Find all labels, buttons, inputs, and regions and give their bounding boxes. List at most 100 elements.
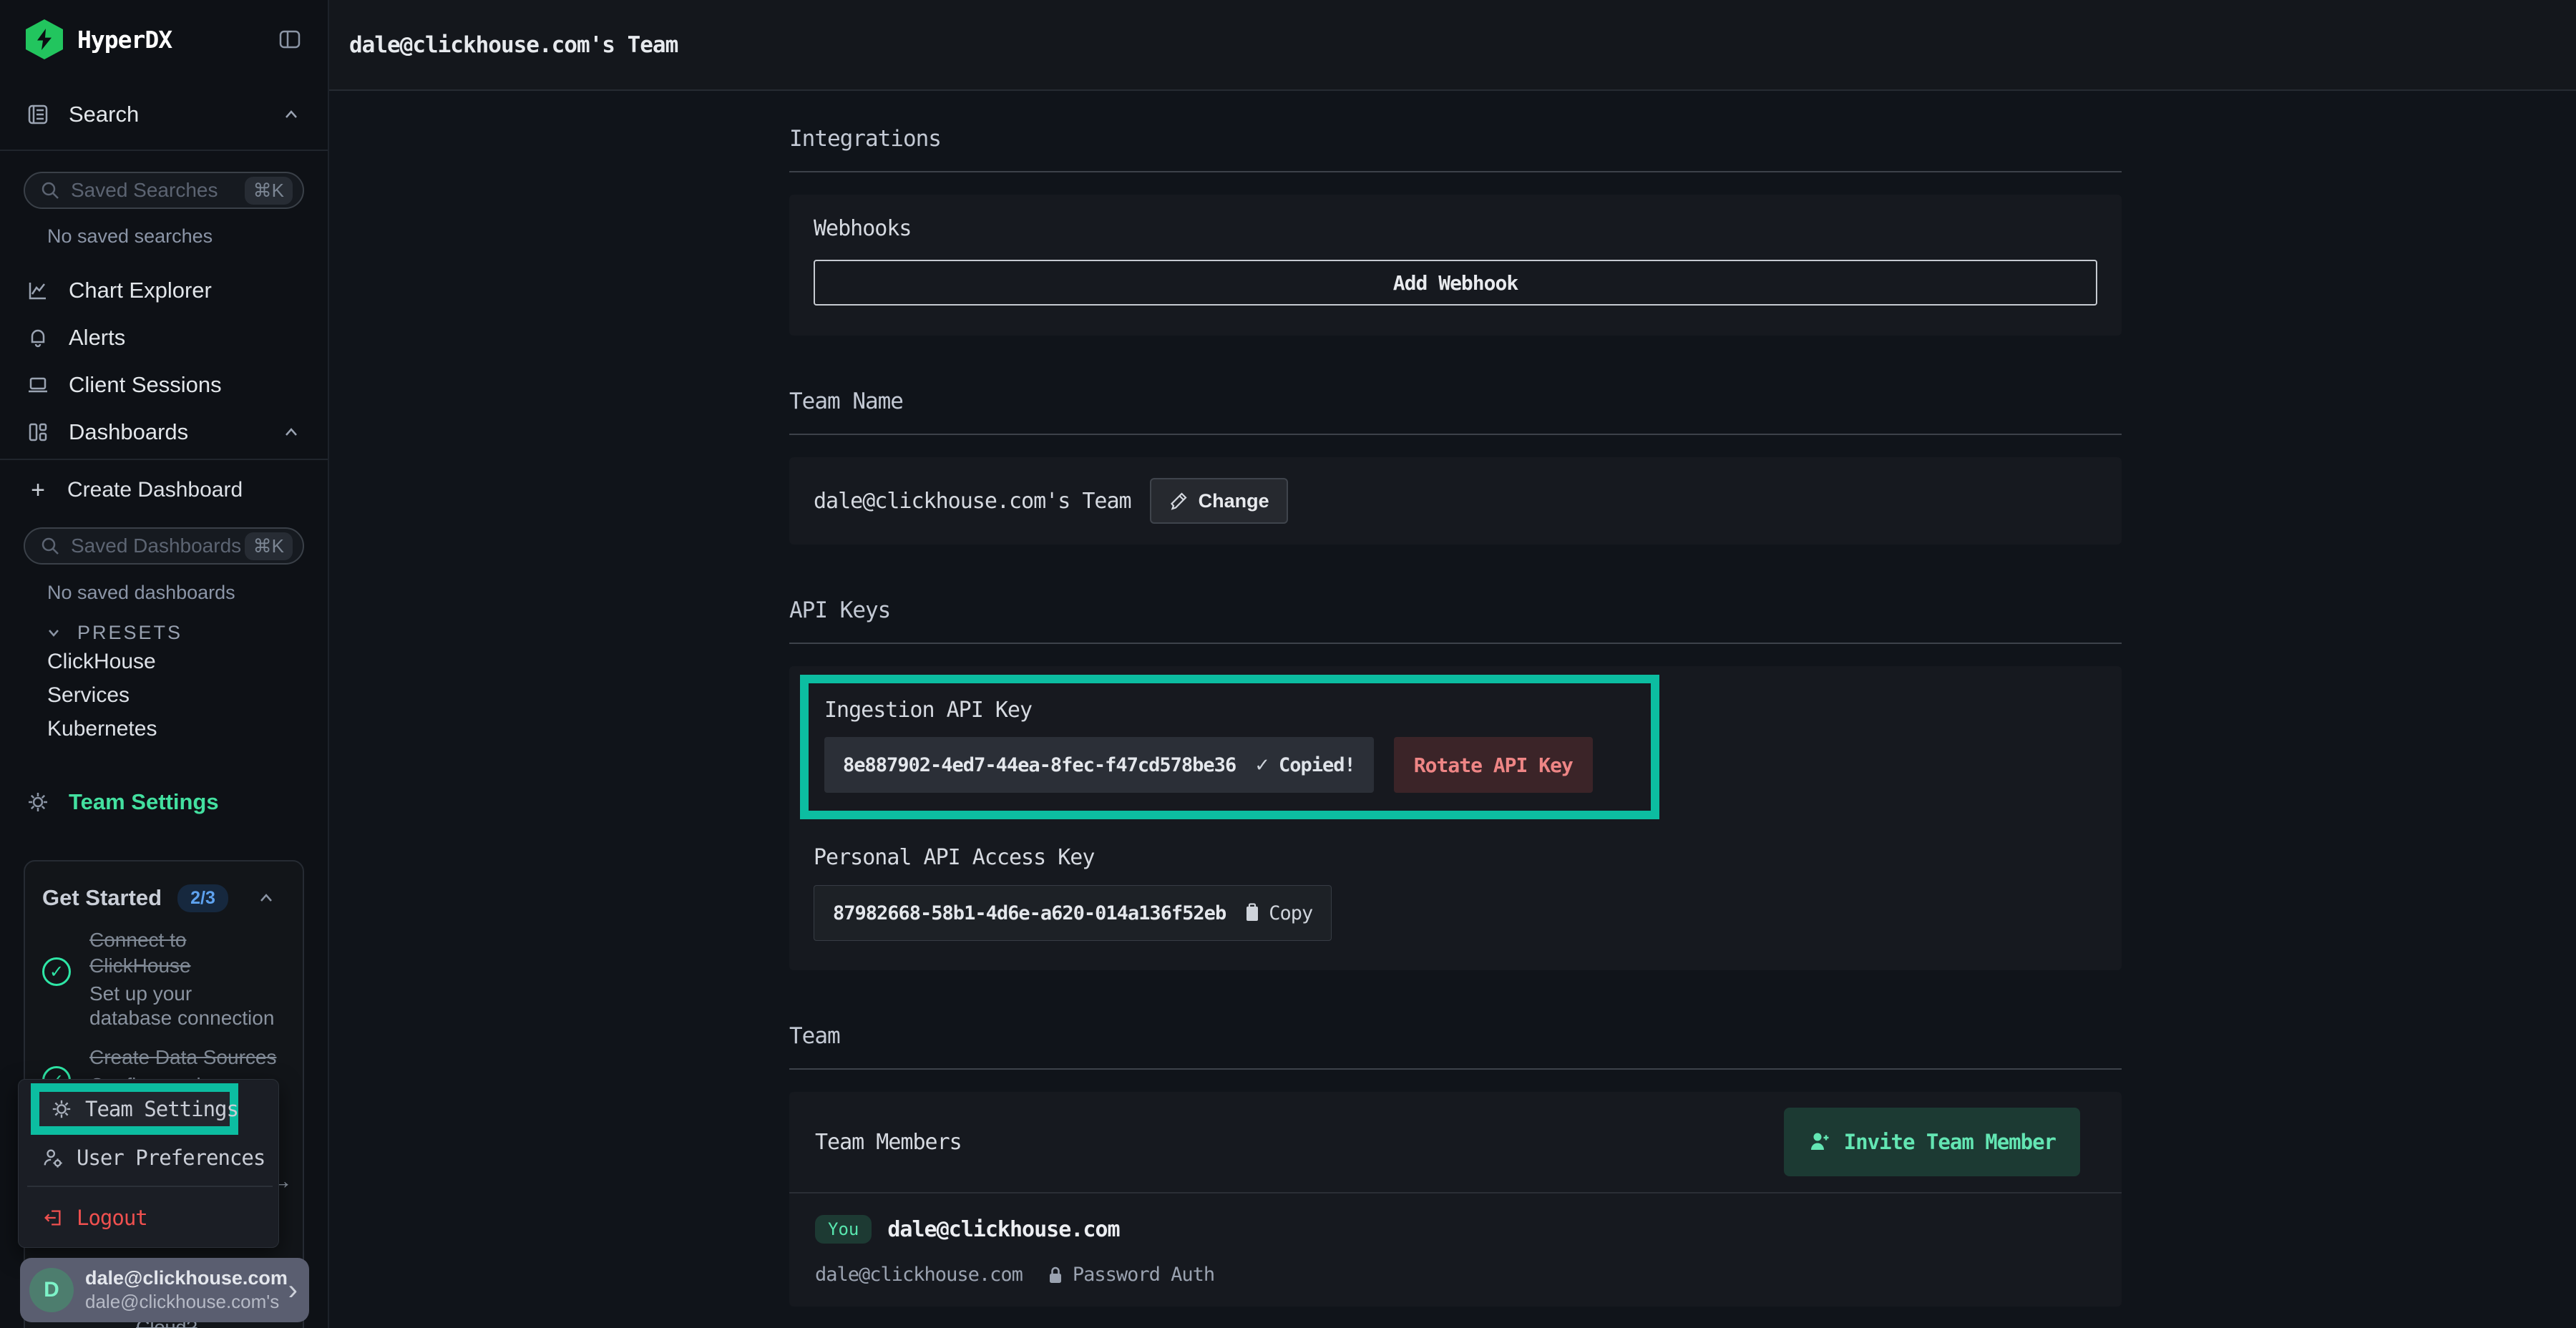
presets-toggle[interactable]: PRESETS	[0, 620, 328, 645]
sidebar-item-client-sessions[interactable]: Client Sessions	[0, 361, 328, 409]
user-gear-icon	[42, 1147, 64, 1168]
sidebar-item-dashboards[interactable]: Dashboards	[0, 409, 328, 456]
annotation-highlight-ingestion-key: Ingestion API Key 8e887902-4ed7-44ea-8fe…	[800, 675, 1659, 819]
check-icon: ✓	[1254, 754, 1270, 776]
sidebar-item-team-settings[interactable]: Team Settings	[0, 785, 328, 819]
section-divider	[789, 434, 2122, 435]
add-webhook-button[interactable]: Add Webhook	[814, 260, 2097, 306]
page-title: dale@clickhouse.com's Team	[349, 32, 678, 58]
chevron-down-icon	[44, 623, 63, 642]
presets-label: PRESETS	[77, 622, 182, 644]
team-members-card: Team Members Invite Team Member You dale…	[789, 1092, 2122, 1307]
user-menu-popup: Team Settings User Preferences Logout	[18, 1079, 279, 1248]
member-email: dale@clickhouse.com	[815, 1264, 1023, 1286]
lock-icon	[1047, 1264, 1064, 1286]
section-divider	[789, 1068, 2122, 1070]
avatar: D	[29, 1268, 74, 1312]
ingestion-api-key-value: 8e887902-4ed7-44ea-8fec-f47cd578be36	[843, 754, 1236, 776]
sidebar-item-clickhouse[interactable]: ClickHouse	[0, 645, 328, 678]
api-keys-card: Ingestion API Key 8e887902-4ed7-44ea-8fe…	[789, 666, 2122, 970]
hyperdx-logo-icon	[26, 19, 63, 59]
webhooks-title: Webhooks	[814, 216, 2097, 241]
gear-icon	[51, 1098, 72, 1120]
ingestion-api-key-chip[interactable]: 8e887902-4ed7-44ea-8fec-f47cd578be36 ✓ C…	[824, 737, 1374, 793]
logo-row: HyperDX	[0, 0, 328, 79]
auth-method: Password Auth	[1047, 1264, 1214, 1286]
section-title-team-name: Team Name	[789, 389, 2122, 414]
sidebar-item-services[interactable]: Services	[0, 678, 328, 712]
personal-api-key-label: Personal API Access Key	[814, 845, 1094, 870]
chevron-right-icon: ›	[288, 1276, 298, 1304]
team-member-row: You dale@clickhouse.com dale@clickhouse.…	[789, 1193, 2122, 1286]
menu-label: User Preferences	[77, 1146, 265, 1170]
team-name-value: dale@clickhouse.com's Team	[814, 489, 1131, 514]
saved-searches-input[interactable]: ⌘K	[24, 172, 304, 209]
copy-button[interactable]: Copy	[1243, 902, 1312, 924]
ingestion-api-key-label: Ingestion API Key	[824, 698, 1651, 723]
shortcut-badge: ⌘K	[245, 532, 293, 560]
sidebar-item-search[interactable]: Search	[0, 79, 328, 151]
section-divider	[789, 643, 2122, 644]
you-badge: You	[815, 1215, 872, 1244]
collapse-sidebar-icon[interactable]	[278, 27, 302, 52]
nav-label: Client Sessions	[69, 372, 222, 398]
menu-item-user-preferences[interactable]: User Preferences	[42, 1143, 265, 1173]
line-chart-icon	[26, 278, 50, 303]
magnifier-icon	[39, 180, 61, 201]
menu-label: Team Settings	[85, 1097, 238, 1121]
gear-icon	[26, 791, 50, 814]
step-desc: Set up your database connection	[89, 982, 275, 1030]
sidebar-item-alerts[interactable]: Alerts	[0, 314, 328, 361]
invite-team-member-button[interactable]: Invite Team Member	[1784, 1108, 2080, 1176]
clipboard-icon	[1243, 902, 1262, 924]
get-started-header[interactable]: Get Started 2/3	[42, 883, 287, 913]
chevron-up-icon[interactable]	[280, 104, 302, 125]
personal-api-key-chip[interactable]: 87982668-58b1-4d6e-a620-014a136f52eb Cop…	[814, 885, 1332, 941]
webhooks-card: Webhooks Add Webhook	[789, 195, 2122, 336]
user-profile-button[interactable]: D dale@clickhouse.com dale@clickhouse.co…	[20, 1258, 309, 1322]
copied-indicator: ✓ Copied!	[1254, 754, 1355, 776]
change-team-name-button[interactable]: Change	[1150, 478, 1288, 524]
team-name-card: dale@clickhouse.com's Team Change	[789, 457, 2122, 545]
sidebar-item-kubernetes[interactable]: Kubernetes	[0, 712, 328, 746]
shortcut-badge: ⌘K	[245, 177, 293, 205]
no-saved-dashboards-text: No saved dashboards	[0, 582, 328, 603]
nav-label: Dashboards	[69, 419, 188, 445]
sidebar-nav: Chart Explorer Alerts Client Sessions Da…	[0, 267, 328, 456]
sidebar-item-chart-explorer[interactable]: Chart Explorer	[0, 267, 328, 314]
app-logo-name: HyperDX	[77, 26, 172, 54]
bell-icon	[26, 326, 50, 350]
create-dashboard-label: Create Dashboard	[67, 478, 243, 502]
change-label: Change	[1199, 490, 1269, 512]
section-title-api-keys: API Keys	[789, 597, 2122, 623]
saved-searches-field[interactable]	[71, 179, 245, 202]
chevron-up-icon[interactable]	[255, 887, 277, 909]
create-dashboard-button[interactable]: + Create Dashboard	[0, 467, 328, 514]
menu-item-team-settings[interactable]: Team Settings	[31, 1083, 238, 1135]
sidebar: HyperDX Search ⌘K No saved searches	[0, 0, 329, 1328]
chevron-up-icon[interactable]	[280, 421, 302, 443]
sidebar-divider	[0, 459, 328, 460]
pencil-icon	[1169, 491, 1189, 511]
get-started-step-1[interactable]: ✓ Connect to ClickHouse Set up your data…	[42, 927, 287, 1030]
invite-label: Invite Team Member	[1844, 1130, 2056, 1154]
page-header: dale@clickhouse.com's Team	[329, 0, 2576, 91]
personal-api-key-value: 87982668-58b1-4d6e-a620-014a136f52eb	[833, 902, 1226, 924]
section-divider	[789, 171, 2122, 172]
check-circle-icon: ✓	[42, 957, 71, 986]
main-area: dale@clickhouse.com's Team Integrations …	[329, 0, 2576, 1328]
progress-badge: 2/3	[177, 884, 228, 912]
rotate-api-key-button[interactable]: Rotate API Key	[1394, 737, 1593, 793]
get-started-title: Get Started	[42, 885, 162, 911]
menu-label: Logout	[77, 1206, 147, 1230]
search-panel-icon	[26, 102, 50, 127]
plus-icon: +	[26, 477, 50, 504]
nav-label: Chart Explorer	[69, 278, 212, 303]
member-name: dale@clickhouse.com	[887, 1217, 1119, 1242]
step-title: Create Data Sources	[89, 1045, 275, 1070]
logout-icon	[42, 1207, 64, 1229]
saved-dashboards-input[interactable]: ⌘K	[24, 527, 304, 565]
saved-dashboards-field[interactable]	[71, 534, 245, 557]
menu-item-logout[interactable]: Logout	[42, 1203, 147, 1233]
section-title-integrations: Integrations	[789, 126, 2122, 152]
